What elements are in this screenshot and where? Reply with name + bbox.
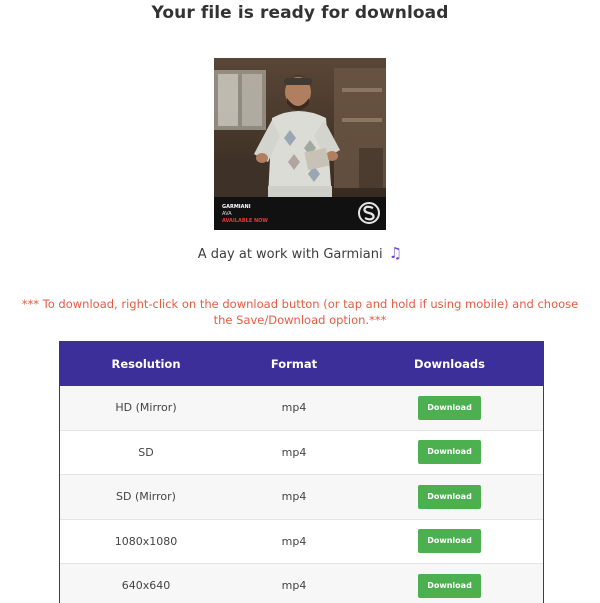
row-download-cell: Download [356, 440, 543, 465]
page-title: Your file is ready for download [151, 3, 449, 23]
download-instructions: *** To download, right-click on the down… [21, 297, 579, 327]
row-format: mp4 [281, 534, 307, 548]
header-format: Format [270, 356, 318, 371]
table-row: HD (Mirror) mp4 Download [60, 386, 543, 431]
download-button[interactable]: Download [418, 573, 481, 598]
row-download-cell: Download [356, 529, 543, 554]
download-button[interactable]: Download [418, 395, 481, 420]
table-row: SD (Mirror) mp4 Download [60, 475, 543, 520]
download-button[interactable]: Download [418, 484, 481, 509]
row-resolution: HD (Mirror) [115, 401, 177, 415]
table-row: 640x640 mp4 Download [60, 564, 543, 603]
overlay-status: AVAILABLE NOW [222, 218, 268, 224]
video-thumbnail[interactable]: GARMIANI AVA AVAILABLE NOW [214, 58, 386, 230]
row-resolution: SD (Mirror) [116, 490, 176, 504]
video-caption: A day at work with Garmiani ♫ [0, 244, 600, 262]
overlay-track: AVA [222, 211, 232, 217]
row-download-cell: Download [356, 484, 543, 509]
caption-text: A day at work with Garmiani [197, 247, 383, 262]
header-downloads: Downloads [414, 356, 485, 371]
overlay-artist: GARMIANI [222, 204, 251, 210]
row-download-cell: Download [356, 573, 543, 598]
row-format: mp4 [281, 401, 307, 415]
row-format: mp4 [281, 579, 307, 593]
download-button[interactable]: Download [418, 529, 481, 554]
header-resolution: Resolution [111, 356, 181, 371]
row-format: mp4 [281, 490, 307, 504]
row-resolution: 640x640 [121, 579, 171, 593]
table-row: 1080x1080 mp4 Download [60, 519, 543, 564]
music-note-icon: ♫ [388, 244, 403, 262]
table-header: Resolution Format Downloads [60, 341, 543, 386]
row-download-cell: Download [356, 395, 543, 420]
downloads-table: Resolution Format Downloads HD (Mirror) … [59, 341, 544, 603]
row-resolution: 1080x1080 [114, 534, 178, 548]
download-button[interactable]: Download [418, 440, 481, 465]
table-row: SD mp4 Download [60, 430, 543, 475]
row-format: mp4 [281, 445, 307, 459]
row-resolution: SD [138, 445, 154, 459]
